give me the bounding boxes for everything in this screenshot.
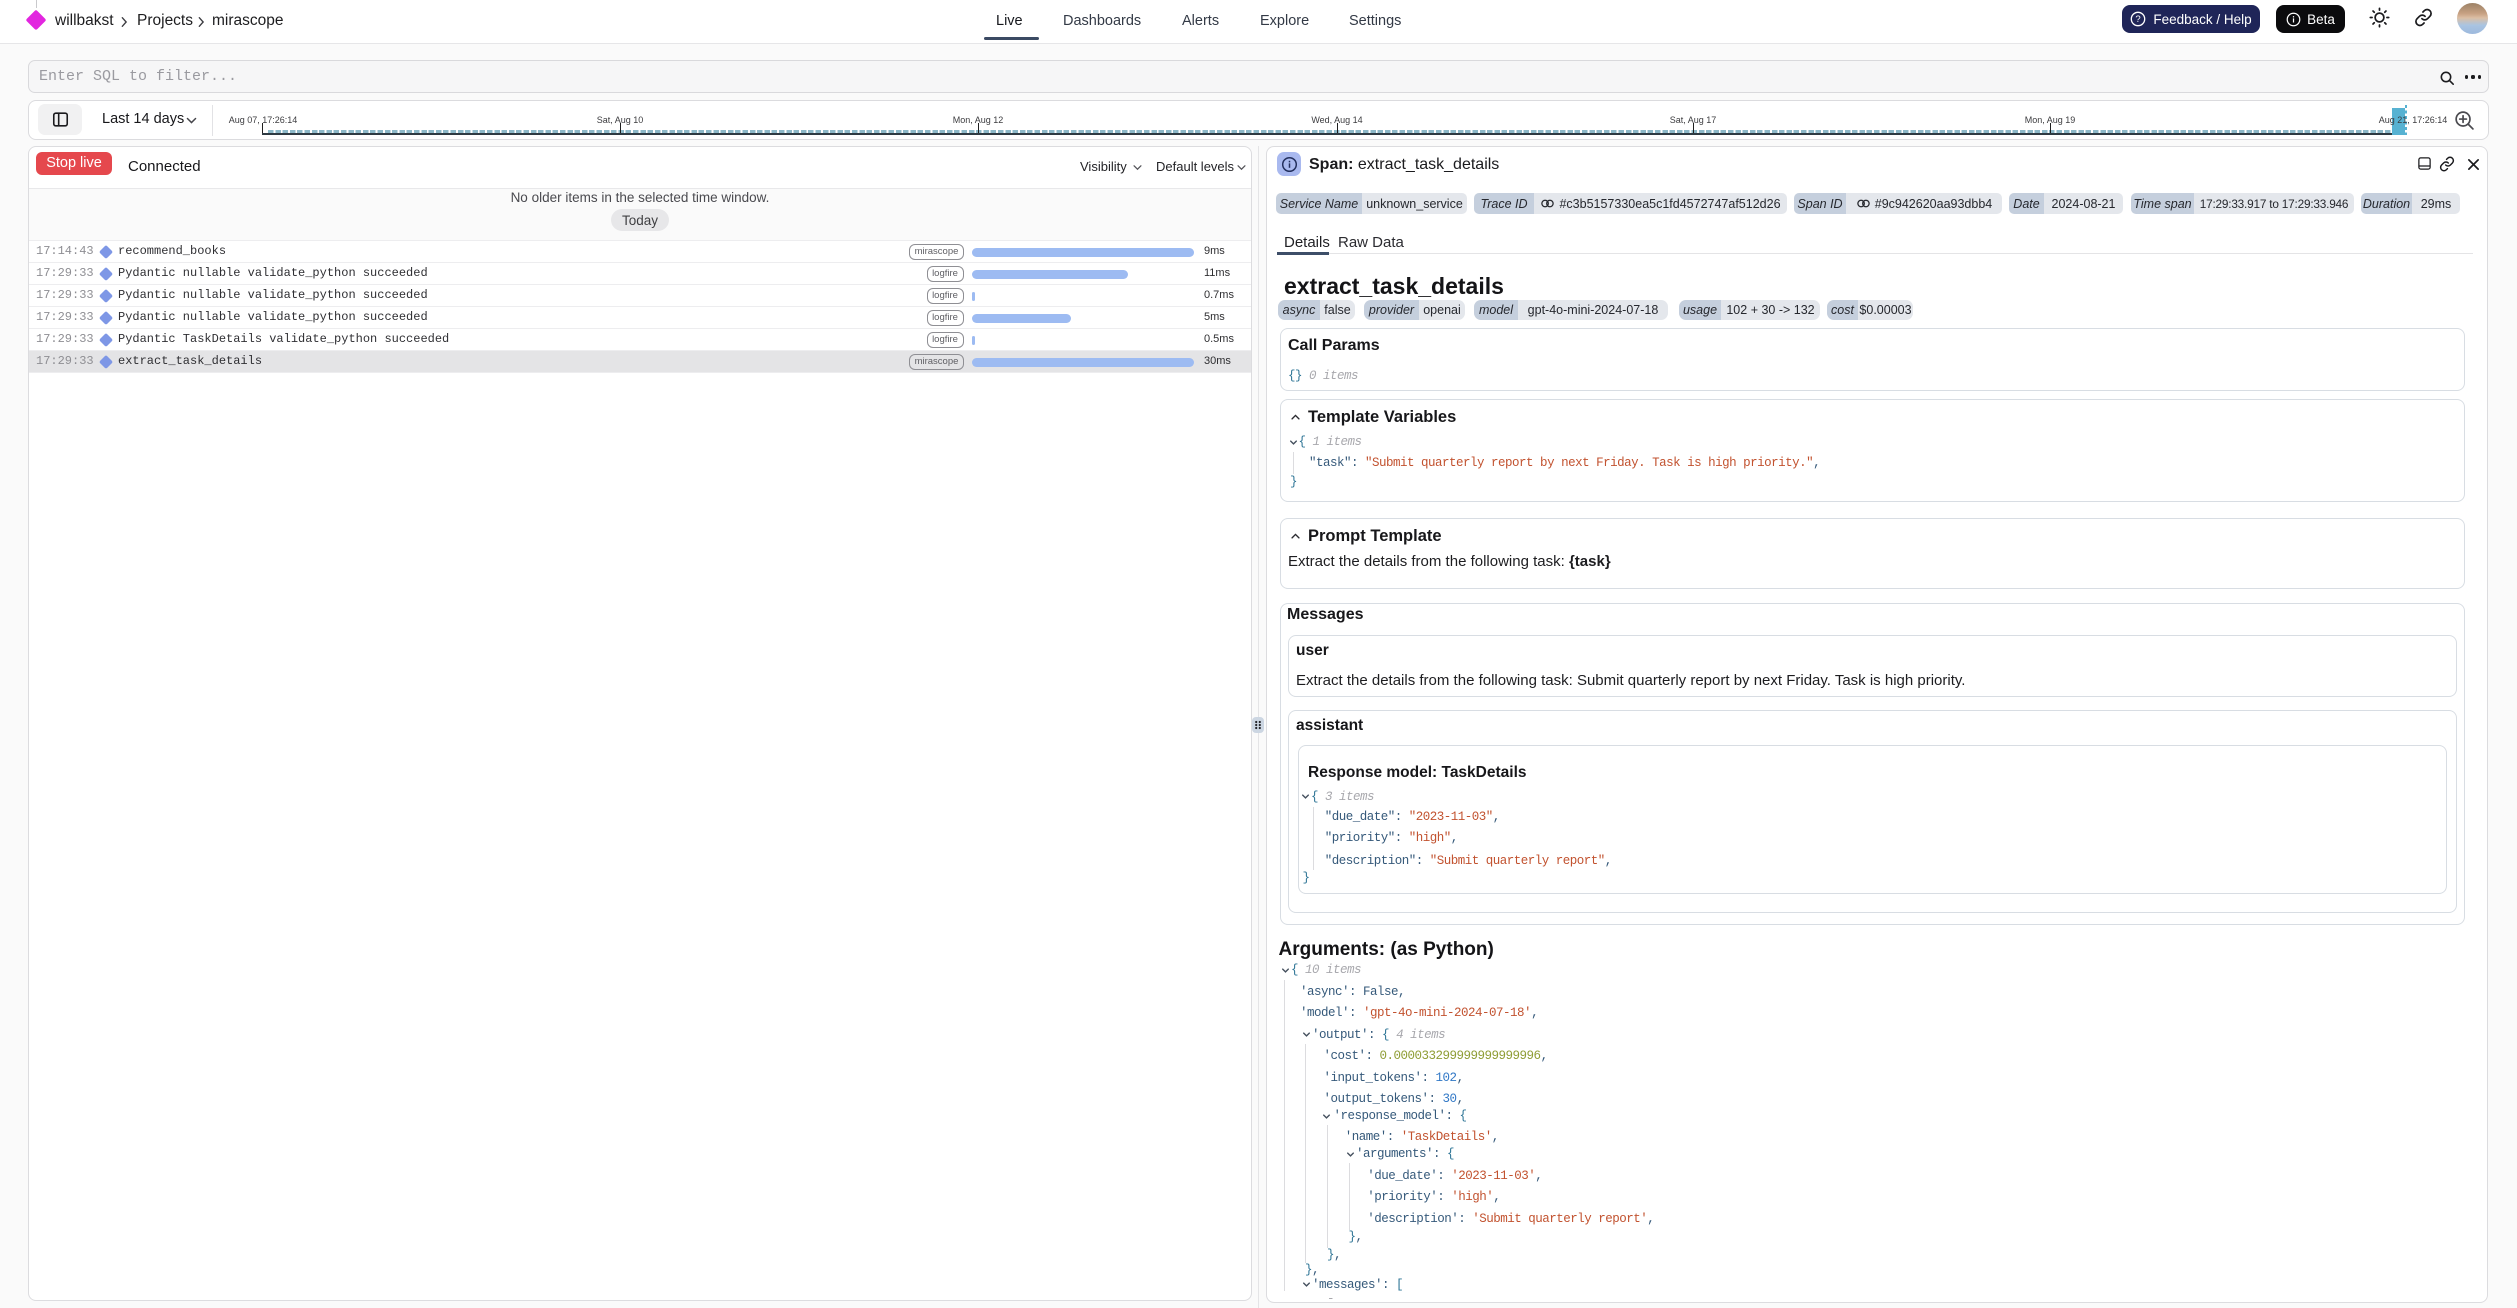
svg-text:?: ? xyxy=(2136,14,2141,25)
